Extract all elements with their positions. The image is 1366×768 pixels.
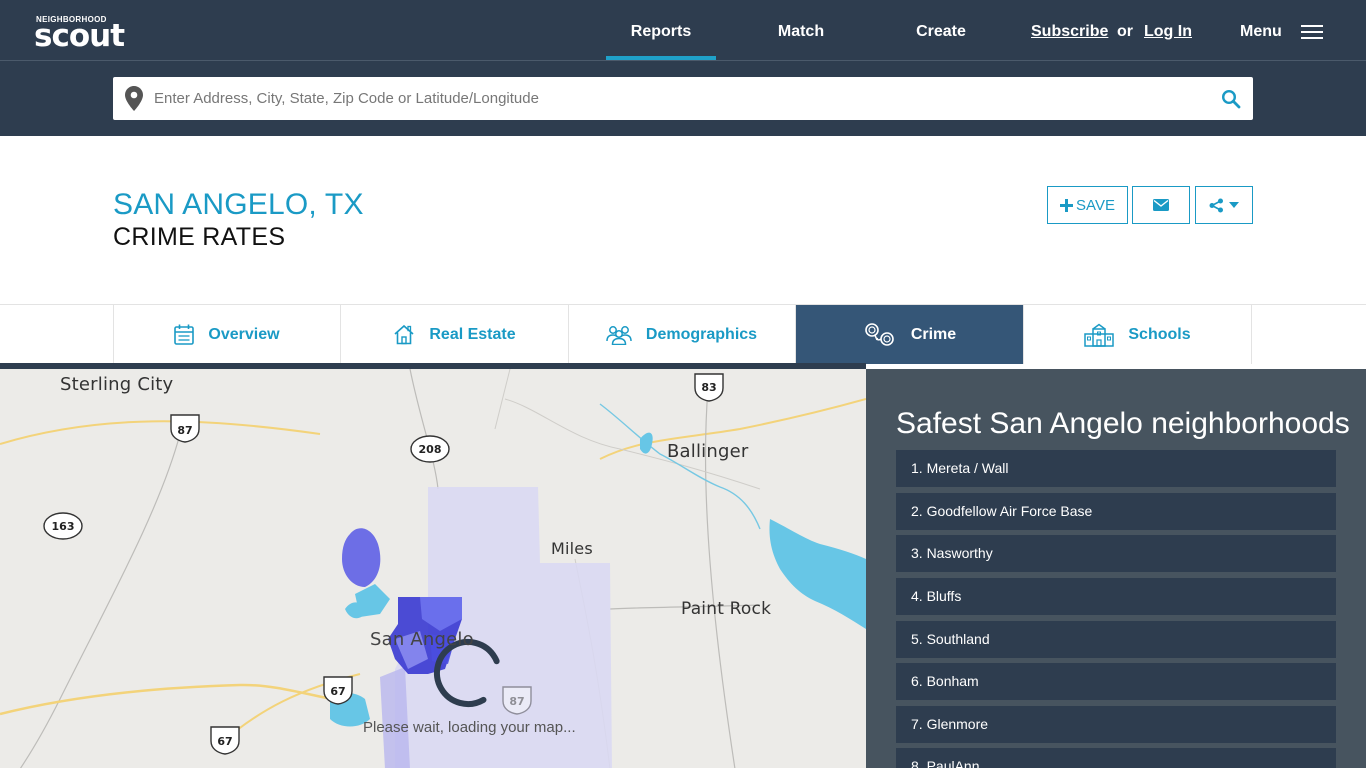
highway-label: 163: [51, 520, 75, 533]
neighborhood-list-item[interactable]: 2. Goodfellow Air Force Base: [896, 493, 1336, 530]
plus-icon: [1060, 198, 1074, 212]
section-tabs: Overview Real Estate Demographics Crime …: [0, 304, 1366, 364]
map-label-paint-rock: Paint Rock: [681, 599, 772, 619]
highway-label: 87: [177, 424, 193, 437]
handcuffs-icon: [865, 322, 894, 346]
share-icon: [1209, 198, 1223, 212]
safest-neighborhoods-panel: Safest San Angelo neighborhoods 1. Meret…: [866, 369, 1366, 768]
people-icon: [606, 325, 632, 345]
page-subtitle: CRIME RATES: [113, 223, 286, 251]
map-pin-icon: [125, 86, 143, 111]
tab-real-estate[interactable]: Real Estate: [341, 305, 569, 364]
search-input[interactable]: [154, 77, 1204, 120]
calendar-icon: [174, 324, 195, 345]
tab-schools-label: Schools: [1128, 325, 1191, 343]
tab-crime-label: Crime: [910, 325, 957, 343]
top-navbar: NEIGHBORHOOD scout Reports Match Create …: [0, 0, 1366, 61]
save-button[interactable]: SAVE: [1047, 186, 1128, 224]
school-icon: [1084, 323, 1115, 347]
neighborhood-list-item[interactable]: 7. Glenmore: [896, 706, 1336, 743]
neighborhood-list-item[interactable]: 3. Nasworthy: [896, 535, 1336, 572]
subscribe-link[interactable]: Subscribe: [1031, 23, 1108, 41]
neighborhoodscout-logo[interactable]: NEIGHBORHOOD scout: [34, 12, 125, 58]
neighborhood-list-item[interactable]: 5. Southland: [896, 621, 1336, 658]
search-icon[interactable]: [1221, 89, 1241, 109]
tab-real-estate-label: Real Estate: [429, 325, 516, 343]
map-label-san-angelo: San Angelo: [370, 629, 474, 650]
nav-match[interactable]: Match: [746, 0, 856, 60]
nav-active-indicator: [606, 56, 716, 60]
tab-schools[interactable]: Schools: [1024, 305, 1252, 364]
highway-label: 208: [418, 443, 442, 456]
map-loading-message: Please wait, loading your map...: [363, 719, 576, 736]
envelope-icon: [1153, 199, 1169, 211]
neighborhood-list-item[interactable]: 4. Bluffs: [896, 578, 1336, 615]
neighborhood-list-item[interactable]: 6. Bonham: [896, 663, 1336, 700]
map-label-ballinger: Ballinger: [667, 441, 749, 462]
nav-or-text: or: [1117, 23, 1133, 40]
tab-overview[interactable]: Overview: [113, 305, 341, 364]
city-title: SAN ANGELO, TX: [113, 188, 364, 221]
share-button[interactable]: [1195, 186, 1253, 224]
crime-map[interactable]: Sterling City Ballinger Miles Paint Rock…: [0, 363, 866, 768]
search-box: [113, 77, 1253, 120]
menu-button[interactable]: Menu: [1240, 23, 1282, 41]
map-label-sterling-city: Sterling City: [60, 374, 174, 395]
hamburger-menu-icon[interactable]: [1301, 24, 1323, 40]
save-button-label: SAVE: [1076, 196, 1115, 214]
caret-down-icon: [1229, 202, 1239, 208]
neighborhood-list-item[interactable]: 1. Mereta / Wall: [896, 450, 1336, 487]
logo-big-text: scout: [34, 18, 125, 54]
nav-create[interactable]: Create: [886, 0, 996, 60]
tab-demographics[interactable]: Demographics: [568, 305, 796, 364]
safest-neighborhoods-title: Safest San Angelo neighborhoods: [896, 407, 1350, 440]
tab-demographics-label: Demographics: [645, 325, 758, 343]
email-button[interactable]: [1132, 186, 1190, 224]
neighborhood-list-item[interactable]: 8. PaulAnn: [896, 748, 1336, 768]
highway-label: 87: [509, 695, 525, 708]
highway-label: 83: [701, 381, 717, 394]
login-link[interactable]: Log In: [1144, 23, 1192, 41]
tab-overview-label: Overview: [208, 325, 280, 343]
highway-label: 67: [330, 685, 346, 698]
map-label-miles: Miles: [551, 539, 593, 558]
house-icon: [394, 324, 414, 345]
nav-reports[interactable]: Reports: [606, 0, 716, 60]
highway-label: 67: [217, 735, 233, 748]
map-base-layer: [0, 369, 866, 768]
search-band: [0, 61, 1366, 136]
tab-crime[interactable]: Crime: [796, 305, 1024, 364]
